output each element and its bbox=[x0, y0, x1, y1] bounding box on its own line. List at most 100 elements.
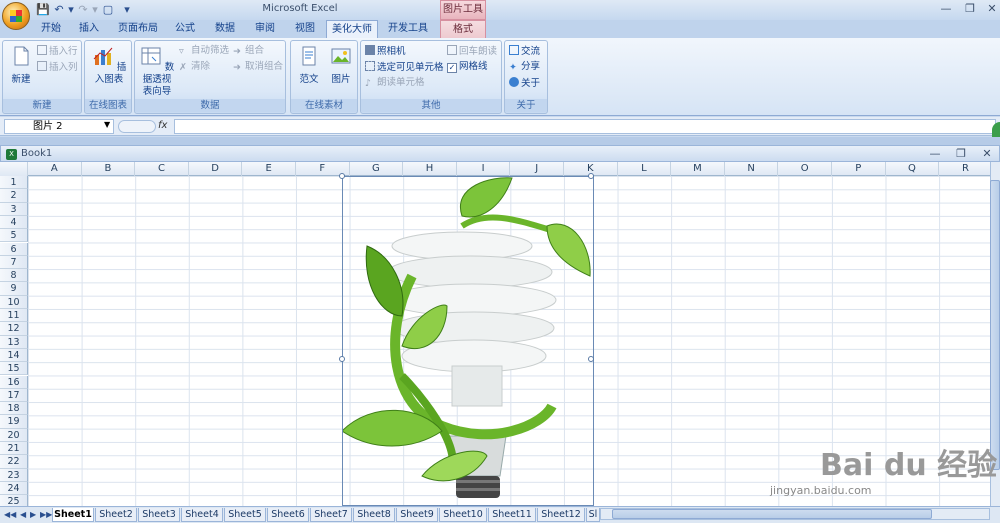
wb-restore-icon[interactable]: ❐ bbox=[953, 147, 969, 161]
sheet-tab-sheet12[interactable]: Sheet12 bbox=[537, 508, 585, 522]
resize-handle-ne[interactable] bbox=[588, 173, 594, 179]
share-button[interactable]: ✦ 分享 bbox=[509, 61, 540, 73]
row-header-1[interactable]: 1 bbox=[0, 176, 28, 190]
name-box[interactable]: 图片 2 bbox=[4, 119, 114, 134]
vertical-scroll-thumb[interactable] bbox=[990, 180, 1000, 470]
sheet-tab-sheet10[interactable]: Sheet10 bbox=[439, 508, 487, 522]
row-header-25[interactable]: 25 bbox=[0, 495, 28, 506]
row-header-9[interactable]: 9 bbox=[0, 282, 28, 296]
column-header-R[interactable]: R bbox=[939, 162, 990, 176]
row-header-4[interactable]: 4 bbox=[0, 215, 28, 230]
row-header-22[interactable]: 22 bbox=[0, 455, 28, 469]
gridlines-checkbox[interactable]: ✓ 网格线 bbox=[447, 61, 488, 73]
next-sheet-icon[interactable]: ▶ bbox=[30, 510, 36, 519]
sheet-tab-sheet4[interactable]: Sheet4 bbox=[181, 508, 223, 522]
column-header-G[interactable]: G bbox=[350, 162, 404, 176]
sheet-tab-sheet3[interactable]: Sheet3 bbox=[138, 508, 180, 522]
formula-expand-handle[interactable] bbox=[118, 120, 156, 133]
row-header-5[interactable]: 5 bbox=[0, 229, 28, 243]
autofilter-button[interactable]: ▿ 自动筛选 bbox=[179, 45, 229, 57]
column-header-L[interactable]: L bbox=[618, 162, 672, 176]
quick-access-icon[interactable]: ▢ bbox=[100, 3, 116, 17]
row-header-17[interactable]: 17 bbox=[0, 388, 28, 403]
row-header-16[interactable]: 16 bbox=[0, 375, 28, 389]
tab-data[interactable]: 数据 bbox=[210, 20, 240, 38]
column-header-D[interactable]: D bbox=[189, 162, 243, 176]
insert-function-icon[interactable]: fx bbox=[158, 120, 167, 131]
sheet-tab-sheet7[interactable]: Sheet7 bbox=[310, 508, 352, 522]
column-header-C[interactable]: C bbox=[135, 162, 189, 176]
row-header-7[interactable]: 7 bbox=[0, 255, 28, 270]
ungroup-button[interactable]: ➜ 取消组合 bbox=[233, 61, 283, 73]
last-sheet-icon[interactable]: ▶▶ bbox=[40, 510, 52, 519]
picture-button[interactable]: 图片 bbox=[327, 45, 355, 86]
horizontal-scroll-thumb[interactable] bbox=[612, 509, 932, 519]
save-icon[interactable]: 💾 bbox=[36, 3, 50, 17]
row-header-15[interactable]: 15 bbox=[0, 362, 28, 376]
tab-home[interactable]: 开始 bbox=[36, 20, 66, 38]
row-header-18[interactable]: 18 bbox=[0, 402, 28, 416]
tab-review[interactable]: 审阅 bbox=[250, 20, 280, 38]
row-header-14[interactable]: 14 bbox=[0, 348, 28, 363]
select-visible-button[interactable]: 选定可见单元格 bbox=[365, 61, 444, 74]
sheet-tab-sheet1[interactable]: Sheet1 bbox=[52, 508, 94, 522]
tab-meihua[interactable]: 美化大师 bbox=[326, 20, 378, 39]
prev-sheet-icon[interactable]: ◀ bbox=[20, 510, 26, 519]
pivot-wizard-button[interactable]: 数据透视 表向导 bbox=[137, 45, 177, 98]
row-header-20[interactable]: 20 bbox=[0, 428, 28, 442]
read-cell-button[interactable]: ♪ 朗读单元格 bbox=[365, 77, 425, 89]
insert-chart-button[interactable]: 插入图表 bbox=[87, 45, 131, 86]
formula-input[interactable] bbox=[174, 119, 996, 134]
sheet-tab-sl[interactable]: Sl bbox=[586, 508, 600, 522]
select-all-corner[interactable] bbox=[0, 162, 28, 176]
row-header-13[interactable]: 13 bbox=[0, 335, 28, 349]
restore-icon[interactable]: ❐ bbox=[962, 2, 978, 16]
column-header-Q[interactable]: Q bbox=[886, 162, 940, 176]
close-icon[interactable]: ✕ bbox=[984, 2, 1000, 16]
sheet-tab-sheet9[interactable]: Sheet9 bbox=[396, 508, 438, 522]
picture-selection-frame[interactable] bbox=[339, 173, 594, 506]
row-header-23[interactable]: 23 bbox=[0, 468, 28, 482]
resize-handle-e[interactable] bbox=[588, 356, 594, 362]
tab-formulas[interactable]: 公式 bbox=[170, 20, 200, 38]
column-header-E[interactable]: E bbox=[242, 162, 296, 176]
sheet-tab-sheet5[interactable]: Sheet5 bbox=[224, 508, 266, 522]
minimize-icon[interactable]: — bbox=[938, 2, 954, 16]
tab-page-layout[interactable]: 页面布局 bbox=[114, 20, 162, 38]
sheet-tab-sheet8[interactable]: Sheet8 bbox=[353, 508, 395, 522]
clear-button[interactable]: ✗ 清除 bbox=[179, 61, 210, 73]
tab-developer[interactable]: 开发工具 bbox=[386, 20, 430, 38]
about-button[interactable]: 关于 bbox=[509, 77, 540, 90]
row-header-10[interactable]: 10 bbox=[0, 295, 28, 309]
column-header-N[interactable]: N bbox=[725, 162, 779, 176]
wb-minimize-icon[interactable]: — bbox=[927, 147, 943, 161]
first-sheet-icon[interactable]: ◀◀ bbox=[4, 510, 16, 519]
exchange-button[interactable]: 交流 bbox=[509, 45, 540, 58]
column-header-M[interactable]: M bbox=[671, 162, 725, 176]
sample-button[interactable]: 范文 bbox=[295, 45, 323, 86]
enter-read-button[interactable]: 回车朗读 bbox=[447, 45, 497, 58]
wb-close-icon[interactable]: ✕ bbox=[979, 147, 995, 161]
row-header-3[interactable]: 3 bbox=[0, 202, 28, 216]
column-header-A[interactable]: A bbox=[28, 162, 82, 176]
tab-view[interactable]: 视图 bbox=[290, 20, 320, 38]
sheet-tab-sheet11[interactable]: Sheet11 bbox=[488, 508, 536, 522]
column-header-I[interactable]: I bbox=[457, 162, 511, 176]
row-header-6[interactable]: 6 bbox=[0, 242, 28, 256]
camera-button[interactable]: 照相机 bbox=[365, 45, 406, 58]
row-header-12[interactable]: 12 bbox=[0, 322, 28, 336]
column-header-H[interactable]: H bbox=[403, 162, 457, 176]
row-header-11[interactable]: 11 bbox=[0, 309, 28, 323]
insert-col-button[interactable]: 插入列 bbox=[37, 61, 78, 74]
customize-qat-icon[interactable]: ▾ bbox=[120, 3, 134, 17]
tab-insert[interactable]: 插入 bbox=[74, 20, 104, 38]
resize-handle-w[interactable] bbox=[339, 356, 345, 362]
insert-row-button[interactable]: 插入行 bbox=[37, 45, 78, 58]
resize-handle-nw[interactable] bbox=[339, 173, 345, 179]
row-header-8[interactable]: 8 bbox=[0, 269, 28, 283]
column-header-O[interactable]: O bbox=[778, 162, 832, 176]
column-header-P[interactable]: P bbox=[832, 162, 886, 176]
row-header-24[interactable]: 24 bbox=[0, 481, 28, 496]
group-button[interactable]: ➜ 组合 bbox=[233, 45, 264, 57]
new-button[interactable]: 新建 bbox=[7, 45, 35, 86]
